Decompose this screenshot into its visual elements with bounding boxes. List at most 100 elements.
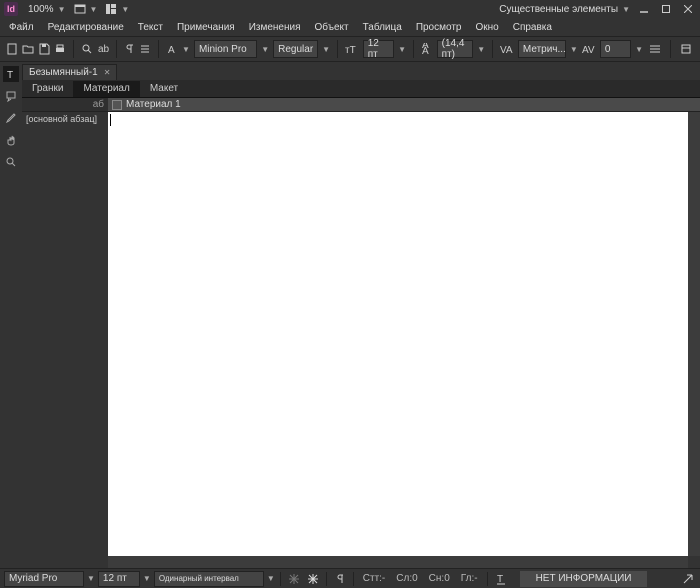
antialiasing-dim-icon[interactable] <box>286 571 302 587</box>
save-icon[interactable] <box>38 41 50 57</box>
maximize-button[interactable] <box>658 3 674 15</box>
svg-text:VA: VA <box>500 45 513 55</box>
menu-table[interactable]: Таблица <box>358 20 407 35</box>
status-pos: Гл:- <box>457 573 482 584</box>
story-editor[interactable] <box>108 112 688 556</box>
menu-view[interactable]: Просмотр <box>411 20 467 35</box>
chevron-down-icon[interactable]: ▼ <box>90 5 98 14</box>
open-icon[interactable] <box>22 41 34 57</box>
menu-changes[interactable]: Изменения <box>244 20 306 35</box>
leading-field[interactable]: (14,4 пт) <box>437 40 474 58</box>
status-leading-field[interactable]: Одинарный интервал <box>154 571 264 587</box>
document-tabstrip: Безымянный-1 ✕ <box>0 62 700 80</box>
font-size-field[interactable]: 12 пт <box>363 40 394 58</box>
document-tab-label: Безымянный-1 <box>29 67 98 78</box>
svg-text:T: T <box>7 70 13 80</box>
chevron-down-icon[interactable]: ▼ <box>261 45 269 54</box>
paragraph-style-panel: аб [основной абзац] <box>22 98 108 568</box>
chevron-down-icon[interactable]: ▼ <box>635 45 643 54</box>
style-item[interactable]: [основной абзац] <box>22 112 108 126</box>
type-tool[interactable]: T <box>3 66 19 82</box>
paragraph-menu-icon[interactable] <box>139 41 151 57</box>
tracking-icon: AV <box>582 41 596 57</box>
svg-text:тТ: тТ <box>345 45 356 55</box>
menu-notes[interactable]: Примечания <box>172 20 240 35</box>
story-header-label: Материал 1 <box>126 99 181 110</box>
close-button[interactable] <box>680 3 696 15</box>
chevron-down-icon[interactable]: ▼ <box>121 5 129 14</box>
menu-text[interactable]: Текст <box>133 20 168 35</box>
status-size-field[interactable]: 12 пт <box>98 571 140 587</box>
status-page: Стт:- <box>359 573 390 584</box>
subtab-story[interactable]: Материал <box>73 81 139 97</box>
panel-header: аб <box>22 98 108 112</box>
close-icon[interactable]: ✕ <box>104 68 111 77</box>
view-options-icon[interactable] <box>74 3 86 15</box>
vertical-scrollbar[interactable] <box>688 112 700 556</box>
titlebar: Id 100% ▼ ▼ ▼ Существенные элементы ▼ <box>0 0 700 18</box>
spell-icon[interactable]: ab <box>97 41 109 57</box>
hidden-chars-icon[interactable] <box>332 571 348 587</box>
menubar: Файл Редактирование Текст Примечания Изм… <box>0 18 700 36</box>
chevron-down-icon[interactable]: ▼ <box>267 574 275 583</box>
menu-help[interactable]: Справка <box>508 20 557 35</box>
leading-icon: AA <box>421 41 433 57</box>
chevron-down-icon[interactable]: ▼ <box>58 5 66 14</box>
document-tab[interactable]: Безымянный-1 ✕ <box>22 64 117 80</box>
svg-text:T: T <box>497 574 503 585</box>
chevron-down-icon[interactable]: ▼ <box>182 45 190 54</box>
text-cursor <box>110 114 111 126</box>
font-style-field[interactable]: Regular <box>273 40 318 58</box>
svg-text:AV: AV <box>582 45 595 55</box>
chevron-down-icon[interactable]: ▼ <box>322 45 330 54</box>
menu-edit[interactable]: Редактирование <box>43 20 129 35</box>
workspace-switcher[interactable]: Существенные элементы <box>499 4 618 15</box>
status-info: НЕТ ИНФОРМАЦИИ <box>520 571 648 587</box>
kerning-field[interactable]: Метрич... <box>518 40 566 58</box>
status-line: Сн:0 <box>425 573 454 584</box>
story-header[interactable]: Материал 1 <box>108 98 700 112</box>
search-icon[interactable] <box>81 41 93 57</box>
paragraph-icon[interactable] <box>123 41 135 57</box>
text-stats-icon[interactable]: T <box>493 571 509 587</box>
panel-menu-icon[interactable] <box>678 41 694 57</box>
align-rows-icon[interactable] <box>647 41 663 57</box>
chevron-down-icon[interactable]: ▼ <box>477 45 485 54</box>
antialiasing-icon[interactable] <box>305 571 321 587</box>
chevron-down-icon[interactable]: ▼ <box>87 574 95 583</box>
zoom-level[interactable]: 100% <box>28 4 54 15</box>
svg-text:A: A <box>168 45 175 55</box>
expand-icon[interactable] <box>680 571 696 587</box>
panel-header-hint: аб <box>93 99 104 110</box>
menu-file[interactable]: Файл <box>4 20 39 35</box>
app-logo: Id <box>4 2 18 16</box>
canvas-container: Материал 1 <box>108 98 700 568</box>
menu-object[interactable]: Объект <box>310 20 354 35</box>
chevron-down-icon[interactable]: ▼ <box>398 45 406 54</box>
kerning-icon: VA <box>500 41 514 57</box>
char-style-icon[interactable]: A <box>166 41 178 57</box>
minimize-button[interactable] <box>636 3 652 15</box>
view-subtabs: Гранки Материал Макет <box>0 80 700 98</box>
status-bar: Myriad Pro ▼ 12 пт ▼ Одинарный интервал … <box>0 568 700 588</box>
horizontal-scrollbar[interactable] <box>108 556 688 568</box>
subtab-layout[interactable]: Макет <box>140 81 188 97</box>
font-family-field[interactable]: Minion Pro <box>194 40 257 58</box>
chevron-down-icon[interactable]: ▼ <box>143 574 151 583</box>
chevron-down-icon[interactable]: ▼ <box>622 5 630 14</box>
story-checkbox[interactable] <box>112 100 122 110</box>
work-area: аб [основной абзац] Материал 1 <box>0 98 700 568</box>
chevron-down-icon[interactable]: ▼ <box>570 45 578 54</box>
tracking-field[interactable]: 0 <box>600 40 631 58</box>
arrange-icon[interactable] <box>105 3 117 15</box>
control-bar: ab A ▼ Minion Pro ▼ Regular ▼ тТ 12 пт ▼… <box>0 36 700 62</box>
new-doc-icon[interactable] <box>6 41 18 57</box>
status-font-field[interactable]: Myriad Pro <box>4 571 84 587</box>
menu-window[interactable]: Окно <box>470 20 503 35</box>
subtab-galley[interactable]: Гранки <box>22 81 73 97</box>
font-size-icon: тТ <box>345 41 359 57</box>
status-col: Сл:0 <box>392 573 421 584</box>
svg-text:ab: ab <box>98 44 109 55</box>
print-icon[interactable] <box>54 41 66 57</box>
svg-text:A: A <box>422 46 429 55</box>
